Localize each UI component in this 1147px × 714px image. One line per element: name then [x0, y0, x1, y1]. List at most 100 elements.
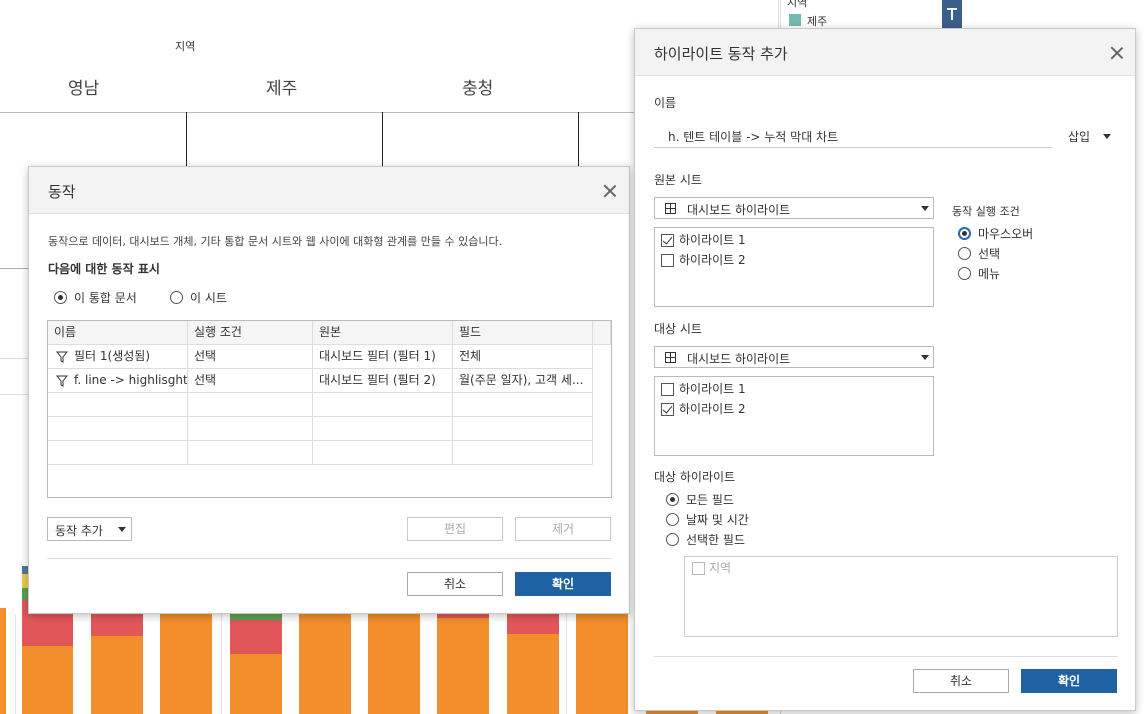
bar-segment: [160, 614, 212, 714]
ok-button[interactable]: 확인: [1021, 669, 1117, 693]
field-item-checkbox[interactable]: [692, 562, 705, 575]
add-action-dropdown[interactable]: 동작 추가: [47, 517, 132, 541]
actions-table: 이름 실행 조건 원본 필드 필터 1(생성됨) 선택 대시보드 필터 (필터 …: [47, 320, 612, 498]
column-divider: [186, 112, 187, 172]
table-row-source[interactable]: 대시보드 필터 (필터 1): [313, 345, 453, 369]
table-row-empty: [453, 393, 593, 417]
filter-icon: [56, 351, 68, 363]
grid-line: [15, 614, 16, 714]
scope-workbook-radio[interactable]: [54, 291, 67, 304]
table-row-field[interactable]: 월(주문 일자), 고객 세...: [453, 369, 593, 393]
source-sheet-label: 원본 시트: [654, 173, 702, 187]
dialog-title: 하이라이트 동작 추가: [654, 45, 788, 63]
cancel-button[interactable]: 취소: [407, 572, 503, 596]
bar-segment: [91, 636, 143, 714]
close-icon[interactable]: [602, 183, 618, 199]
remove-button[interactable]: 제거: [515, 517, 611, 541]
add-action-label: 동작 추가: [55, 524, 103, 538]
table-row-trigger[interactable]: 선택: [188, 345, 313, 369]
table-row-source[interactable]: 대시보드 필터 (필터 2): [313, 369, 453, 393]
dialog-title: 동작: [48, 183, 76, 201]
run-on-select-radio[interactable]: [958, 247, 971, 260]
column-header-trigger[interactable]: 실행 조건: [188, 321, 313, 345]
highlight-action-dialog: 하이라이트 동작 추가 이름 h. 텐트 테이블 -> 누적 막대 차트 삽입 …: [634, 28, 1136, 711]
target-sheet-label: 대상 시트: [654, 322, 702, 336]
bar-segment: [368, 614, 420, 714]
table-row-trigger[interactable]: 선택: [188, 369, 313, 393]
source-item-label: 하이라이트 2: [679, 253, 746, 267]
target-sheet-list: 하이라이트 1 하이라이트 2: [654, 376, 934, 456]
name-label: 이름: [654, 96, 677, 110]
pin-icon[interactable]: [942, 0, 962, 28]
run-on-select-label: 선택: [978, 247, 1001, 261]
close-icon[interactable]: [1109, 45, 1125, 61]
name-input[interactable]: h. 텐트 테이블 -> 누적 막대 차트: [654, 124, 1052, 148]
table-row-empty: [48, 393, 188, 417]
show-actions-label: 다음에 대한 동작 표시: [48, 262, 160, 276]
filter-icon: [56, 375, 68, 387]
selected-fields-radio[interactable]: [666, 533, 679, 546]
run-on-menu-label: 메뉴: [978, 267, 1001, 281]
source-sheet-list: 하이라이트 1 하이라이트 2: [654, 227, 934, 307]
grid-line: [0, 358, 30, 359]
target-sheet-select[interactable]: 대시보드 하이라이트: [654, 346, 934, 368]
column-header-source[interactable]: 원본: [313, 321, 453, 345]
scope-sheet-radio[interactable]: [170, 291, 183, 304]
column-header-name[interactable]: 이름: [48, 321, 188, 345]
dialog-header: 동작: [29, 167, 629, 214]
grid-line: [221, 614, 222, 714]
source-item-checkbox[interactable]: [661, 254, 674, 267]
source-sheet-select[interactable]: 대시보드 하이라이트: [654, 197, 934, 219]
category-label: 충청: [462, 79, 494, 99]
bar-segment: [299, 614, 351, 714]
scope-sheet-label: 이 시트: [190, 291, 227, 305]
date-time-radio[interactable]: [666, 513, 679, 526]
field-item-label: 지역: [709, 561, 732, 575]
table-row-empty: [453, 417, 593, 441]
legend-title: 지역: [787, 0, 808, 9]
date-time-label: 날짜 및 시간: [686, 513, 749, 527]
table-row-empty: [188, 393, 313, 417]
column-divider: [382, 112, 383, 172]
footer-divider: [47, 558, 612, 559]
legend-item: 제주: [807, 15, 828, 28]
target-item-checkbox[interactable]: [661, 383, 674, 396]
cancel-button[interactable]: 취소: [913, 669, 1009, 693]
source-item-checkbox[interactable]: [661, 234, 674, 247]
table-row-name[interactable]: f. line -> highlisght table: [48, 369, 188, 393]
insert-dropdown[interactable]: 삽입: [1065, 127, 1117, 147]
field-list: 지역: [684, 556, 1118, 637]
run-on-hover-radio[interactable]: [958, 227, 971, 240]
selected-fields-label: 선택한 필드: [686, 533, 746, 547]
target-sheet-value: 대시보드 하이라이트: [687, 352, 791, 366]
run-on-hover-label: 마우스오버: [978, 227, 1034, 241]
bar-segment: [507, 614, 559, 634]
table-row-field[interactable]: 전체: [453, 345, 593, 369]
scope-workbook-label: 이 통합 문서: [74, 291, 137, 305]
target-highlight-label: 대상 하이라이트: [654, 470, 736, 484]
dialog-description: 동작으로 데이터, 대시보드 개체, 기타 통합 문서 시트와 웹 사이에 대화…: [48, 235, 503, 248]
source-item-label: 하이라이트 1: [679, 233, 746, 247]
legend-panel: 지역 제주: [780, 0, 940, 30]
bar-segment: [576, 614, 628, 714]
table-row-empty: [313, 441, 453, 465]
grid-line: [566, 614, 567, 714]
column-divider: [578, 112, 579, 172]
all-fields-label: 모든 필드: [686, 493, 734, 507]
run-on-menu-radio[interactable]: [958, 267, 971, 280]
bar-segment: [230, 654, 282, 714]
footer-divider: [654, 656, 1118, 657]
table-row-name[interactable]: 필터 1(생성됨): [48, 345, 188, 369]
target-item-checkbox[interactable]: [661, 403, 674, 416]
column-header-field[interactable]: 필드: [453, 321, 593, 345]
edit-button[interactable]: 편집: [407, 517, 503, 541]
table-row-empty: [313, 417, 453, 441]
name-input-value: h. 텐트 테이블 -> 누적 막대 차트: [668, 130, 839, 144]
ok-button[interactable]: 확인: [515, 572, 611, 596]
bar-segment: [22, 646, 73, 714]
table-row-empty: [453, 441, 593, 465]
grid-line: [0, 394, 30, 395]
target-item-label: 하이라이트 1: [679, 382, 746, 396]
all-fields-radio[interactable]: [666, 493, 679, 506]
chevron-down-icon: [921, 355, 929, 360]
